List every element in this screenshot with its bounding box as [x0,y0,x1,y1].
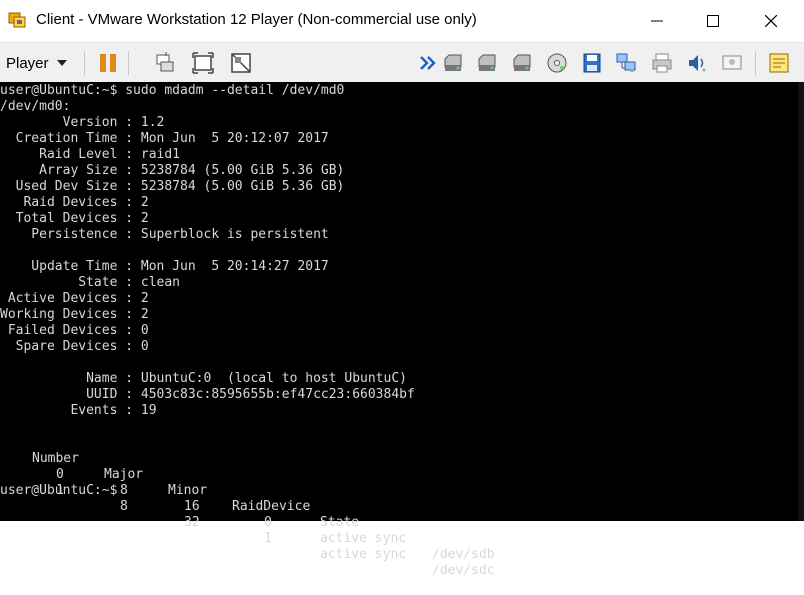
display-icon[interactable] [720,51,744,75]
cell-device: /dev/sdb [432,547,495,562]
more-devices-icon[interactable] [416,51,440,75]
vmware-app-icon [8,12,26,28]
detail-line: State : clean [0,275,181,290]
toolbar-divider [128,51,129,75]
detail-line: Total Devices : 2 [0,211,149,226]
toolbar-divider [755,51,756,75]
close-button[interactable] [748,0,794,42]
detail-line: Events : 19 [0,403,157,418]
cell-state: active sync [320,547,407,562]
maximize-icon [707,15,719,27]
pause-icon[interactable] [96,51,120,75]
terminal-console[interactable]: user@UbuntuC:~$ sudo mdadm --detail /dev… [0,82,804,578]
minimize-button[interactable] [634,0,680,42]
final-prompt: user@UbuntuC:~$ [0,483,118,498]
detail-line: Creation Time : Mon Jun 5 20:12:07 2017 [0,131,329,146]
cell-minor: 16 [184,499,200,514]
cell-major: 8 [120,483,128,498]
toolbar-divider [84,51,85,75]
detail-line: Raid Devices : 2 [0,195,149,210]
player-menu-button[interactable]: Player [6,51,67,75]
hard-disk-2-icon[interactable] [475,51,499,75]
vm-toolbar: Player [0,42,804,83]
detail-line: Working Devices : 2 [0,307,149,322]
floppy-icon[interactable] [580,51,604,75]
table-row: 0 8 16 0 active sync /dev/sdb [0,451,790,562]
minimize-icon [651,20,663,22]
sound-card-icon[interactable] [685,51,709,75]
maximize-button[interactable] [690,0,736,42]
fit-guest-icon[interactable] [191,51,215,75]
network-adapter-icon[interactable] [614,51,638,75]
cell-raid-device: 0 [264,515,272,530]
detail-line: Used Dev Size : 5238784 (5.00 GiB 5.36 G… [0,179,345,194]
detail-line: Active Devices : 2 [0,291,149,306]
detail-line: Spare Devices : 0 [0,339,149,354]
cd-dvd-icon[interactable] [545,51,569,75]
column-header-minor: Minor [168,483,208,498]
send-ctrl-alt-del-icon[interactable] [154,51,178,75]
detail-line: UUID : 4503c83c:8595655b:ef47cc23:660384… [0,387,415,402]
message-log-icon[interactable] [767,51,791,75]
printer-icon[interactable] [650,51,674,75]
cell-major: 8 [120,499,128,514]
command-line: user@UbuntuC:~$ sudo mdadm --detail /dev… [0,83,345,98]
table-row: 1 8 32 1 active sync /dev/sdc [0,467,790,578]
window-title: Client - VMware Workstation 12 Player (N… [36,11,477,28]
close-icon [765,15,777,27]
detail-line: Name : UbuntuC:0 (local to host UbuntuC) [0,371,407,386]
unity-icon[interactable] [229,51,253,75]
detail-line: Update Time : Mon Jun 5 20:14:27 2017 [0,259,329,274]
detail-line: Array Size : 5238784 (5.00 GiB 5.36 GB) [0,163,345,178]
detail-line: Version : 1.2 [0,115,165,130]
title-bar[interactable]: Client - VMware Workstation 12 Player (N… [0,0,804,42]
hard-disk-3-icon[interactable] [510,51,534,75]
column-header-state: State [320,515,360,530]
cell-minor: 32 [184,515,200,530]
cell-state: active sync [320,531,407,546]
detail-line: Persistence : Superblock is persistent [0,227,329,242]
chevron-down-icon [56,60,67,66]
player-menu-label: Player [6,54,49,72]
device-name: /dev/md0: [0,99,71,114]
detail-line: Raid Level : raid1 [0,147,181,162]
hard-disk-icon[interactable] [441,51,465,75]
cell-raid-device: 1 [264,531,272,546]
column-header-raid-device: RaidDevice [232,499,311,514]
terminal-scrollbar[interactable] [798,82,804,521]
detail-line: Failed Devices : 0 [0,323,149,338]
device-table-header: Number Major Minor RaidDevice State [0,435,790,530]
cell-device: /dev/sdc [432,563,495,578]
